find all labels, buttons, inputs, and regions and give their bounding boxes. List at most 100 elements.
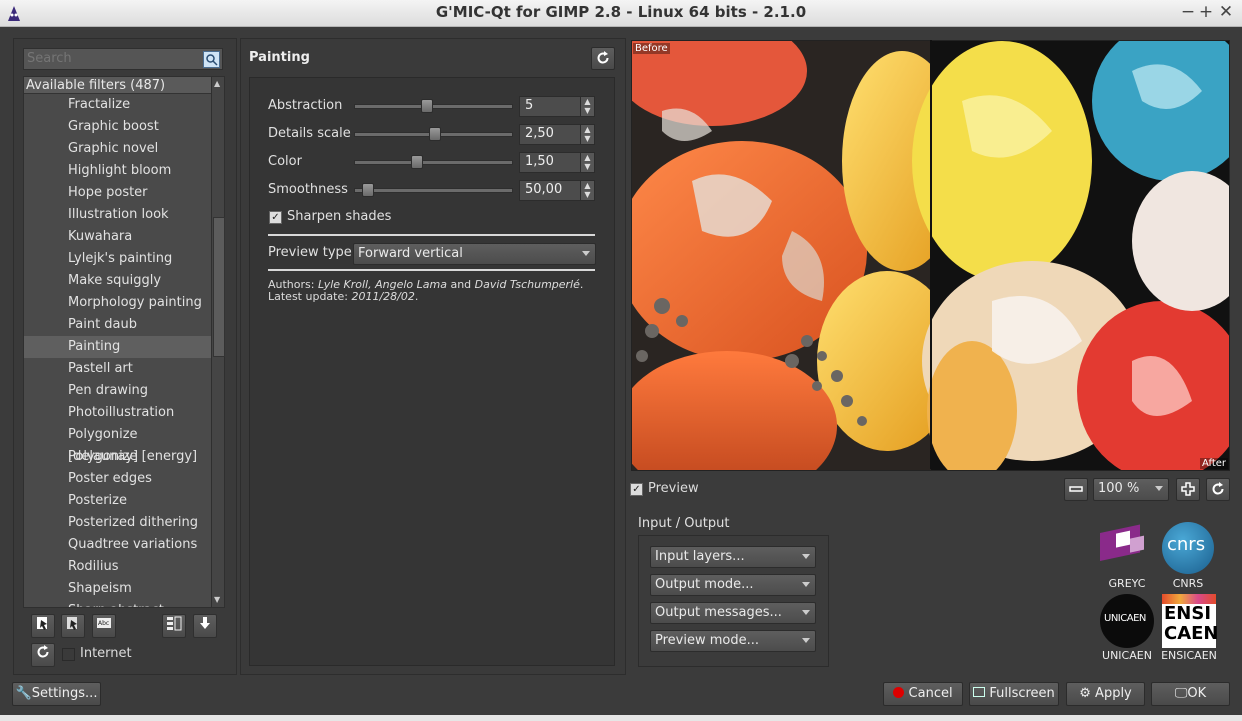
abstraction-spinbox[interactable]: 5 ▲ ▼ <box>519 96 595 117</box>
color-slider[interactable] <box>354 155 513 169</box>
smoothness-label: Smoothness <box>268 182 348 197</box>
filter-item[interactable]: Quadtree variations <box>24 534 211 556</box>
preview-mode-value[interactable]: Preview mode... <box>655 633 759 648</box>
details-scale-value[interactable]: 2,50 <box>525 126 554 141</box>
output-messages-select[interactable]: Output messages... <box>650 602 816 624</box>
preview-type-select[interactable]: Forward vertical <box>353 243 596 265</box>
remove-fave-button[interactable] <box>61 614 85 638</box>
filter-item[interactable]: Paint daub <box>24 314 211 336</box>
color-value[interactable]: 1,50 <box>525 154 554 169</box>
smoothness-slider[interactable] <box>354 183 513 197</box>
filter-item[interactable]: Polygonize [energy] <box>24 446 211 468</box>
slider-handle[interactable] <box>411 155 423 169</box>
preview-type-value[interactable]: Forward vertical <box>358 246 463 261</box>
filter-item[interactable]: Morphology painting <box>24 292 211 314</box>
details-scale-spinbox[interactable]: 2,50 ▲ ▼ <box>519 124 595 145</box>
apply-button[interactable]: ⚙ Apply <box>1066 682 1145 706</box>
ok-button[interactable]: 🖵OK <box>1151 682 1230 706</box>
smoothness-spinbox[interactable]: 50,00 ▲ ▼ <box>519 180 595 201</box>
filter-credits: Authors: Lyle Kroll, Angelo Lama and Dav… <box>268 278 584 303</box>
svg-text:Abc: Abc <box>98 620 109 627</box>
filter-item[interactable]: Sharp abstract <box>24 600 211 607</box>
close-button[interactable]: ✕ <box>1216 2 1236 22</box>
zoom-value[interactable]: 100 % <box>1098 481 1139 496</box>
details-scale-label: Details scale <box>268 126 351 141</box>
filter-item[interactable]: Posterized dithering <box>24 512 211 534</box>
refresh-filters-button[interactable] <box>31 643 55 667</box>
filter-category-header[interactable]: Available filters (487) <box>24 77 211 94</box>
filter-item[interactable]: Highlight bloom <box>24 160 211 182</box>
filter-item[interactable]: Poster edges <box>24 468 211 490</box>
reset-zoom-button[interactable] <box>1206 478 1230 501</box>
input-layers-value[interactable]: Input layers... <box>655 549 745 564</box>
filter-item-selected[interactable]: Painting <box>24 336 211 358</box>
filter-item[interactable]: Pastell art <box>24 358 211 380</box>
slider-handle[interactable] <box>429 127 441 141</box>
filter-item[interactable]: Lylejk's painting <box>24 248 211 270</box>
abstraction-value[interactable]: 5 <box>525 98 533 113</box>
chevron-down-icon[interactable] <box>1155 486 1163 491</box>
maximize-button[interactable]: + <box>1196 2 1216 22</box>
add-fave-button[interactable] <box>31 614 55 638</box>
spin-arrows-icon[interactable]: ▲ ▼ <box>580 125 594 144</box>
details-scale-slider[interactable] <box>354 127 513 141</box>
chevron-down-icon[interactable] <box>582 251 590 256</box>
chevron-down-icon[interactable] <box>802 610 810 615</box>
search-box[interactable] <box>23 48 223 70</box>
search-input[interactable] <box>24 49 206 67</box>
slider-handle[interactable] <box>421 99 433 113</box>
fullscreen-button[interactable]: Fullscreen <box>969 682 1059 706</box>
output-mode-value[interactable]: Output mode... <box>655 577 754 592</box>
spin-arrows-icon[interactable]: ▲ ▼ <box>580 181 594 200</box>
zoom-select[interactable]: 100 % <box>1093 478 1169 501</box>
toggle-visibility-button[interactable] <box>162 614 186 638</box>
unicaen-logo-text: UNICAEN <box>1104 613 1146 624</box>
color-spinbox[interactable]: 1,50 ▲ ▼ <box>519 152 595 173</box>
preview-mode-select[interactable]: Preview mode... <box>650 630 816 652</box>
abstraction-slider[interactable] <box>354 99 513 113</box>
settings-button[interactable]: 🔧Settings... <box>12 682 101 706</box>
rename-fave-button[interactable]: Abc <box>92 614 116 638</box>
sharpen-shades-checkbox[interactable]: ✓ <box>269 211 282 224</box>
filter-tree[interactable]: Available filters (487) Fractalize Graph… <box>23 76 212 608</box>
smoothness-value[interactable]: 50,00 <box>525 182 562 197</box>
update-filters-button[interactable] <box>193 614 217 638</box>
chevron-down-icon[interactable] <box>802 554 810 559</box>
zoom-in-button[interactable] <box>1176 478 1200 501</box>
list-visibility-icon <box>167 616 182 631</box>
spin-arrows-icon[interactable]: ▲ ▼ <box>580 97 594 116</box>
minimize-button[interactable]: − <box>1178 2 1198 22</box>
chevron-down-icon[interactable] <box>802 638 810 643</box>
scroll-down-icon[interactable]: ▼ <box>214 595 220 604</box>
filter-item[interactable]: Photoillustration <box>24 402 211 424</box>
scrollbar-thumb[interactable] <box>213 217 225 357</box>
preview-checkbox[interactable]: ✓ <box>630 483 643 496</box>
preview-split-handle[interactable] <box>930 40 932 469</box>
slider-handle[interactable] <box>362 183 374 197</box>
filter-item[interactable]: Hope poster <box>24 182 211 204</box>
filter-item[interactable]: Kuwahara <box>24 226 211 248</box>
search-icon[interactable] <box>203 51 220 68</box>
filter-item[interactable]: Shapeism <box>24 578 211 600</box>
filter-item[interactable]: Graphic boost <box>24 116 211 138</box>
filter-item[interactable]: Graphic novel <box>24 138 211 160</box>
output-mode-select[interactable]: Output mode... <box>650 574 816 596</box>
chevron-down-icon[interactable] <box>802 582 810 587</box>
output-messages-value[interactable]: Output messages... <box>655 605 782 620</box>
filter-item[interactable]: Make squiggly <box>24 270 211 292</box>
filter-item[interactable]: Illustration look <box>24 204 211 226</box>
scroll-up-icon[interactable]: ▲ <box>214 79 220 88</box>
filter-item[interactable]: Polygonize [delaunay] <box>24 424 211 464</box>
filter-list-scrollbar[interactable]: ▲ ▼ <box>211 76 225 608</box>
ensicaen-logo-text-bottom: CAEN <box>1164 623 1219 644</box>
spin-arrows-icon[interactable]: ▲ ▼ <box>580 153 594 172</box>
filter-item[interactable]: Posterize <box>24 490 211 512</box>
filter-item[interactable]: Fractalize <box>24 94 211 116</box>
input-layers-select[interactable]: Input layers... <box>650 546 816 568</box>
filter-item[interactable]: Pen drawing <box>24 380 211 402</box>
reset-parameters-button[interactable] <box>591 47 615 70</box>
filter-item[interactable]: Rodilius <box>24 556 211 578</box>
internet-checkbox[interactable] <box>62 648 75 661</box>
zoom-out-button[interactable] <box>1064 478 1088 501</box>
cancel-button[interactable]: Cancel <box>883 682 963 706</box>
